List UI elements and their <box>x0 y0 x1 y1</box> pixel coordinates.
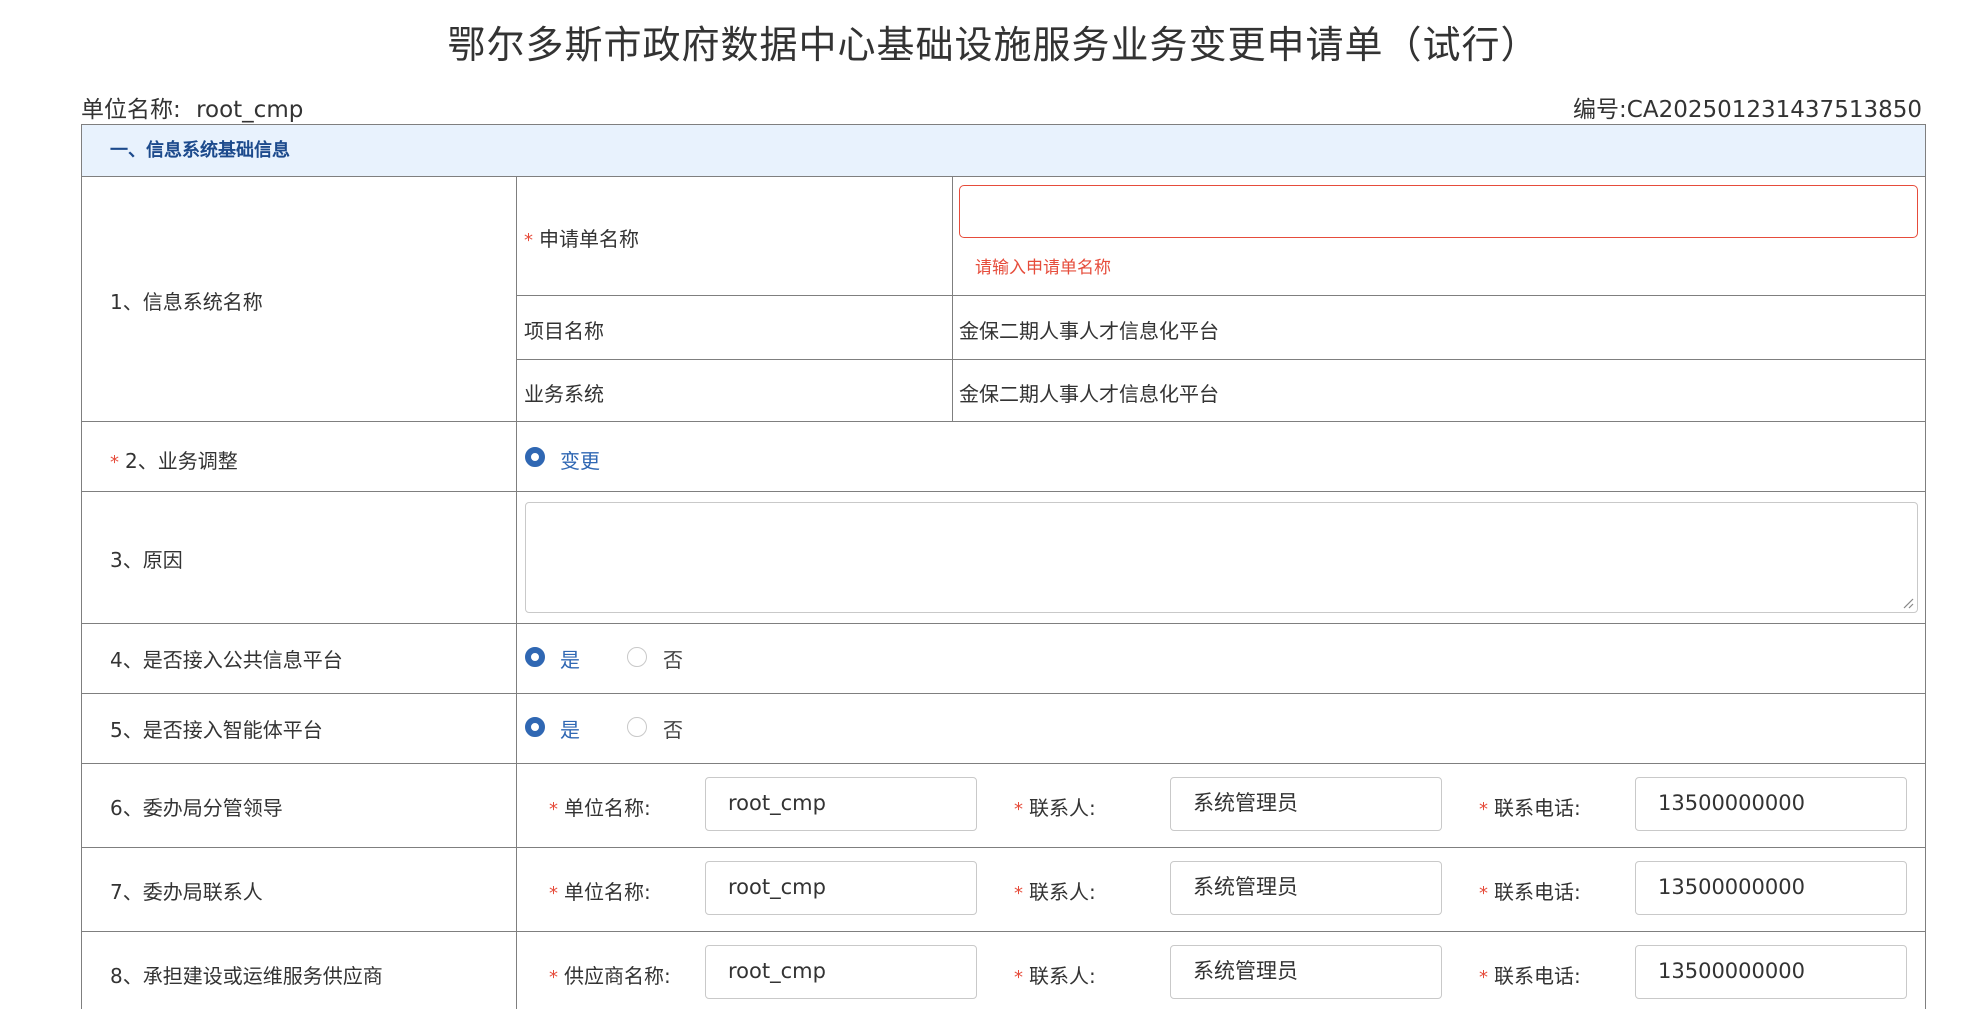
application-name-label-text: 申请单名称 <box>539 227 639 251</box>
form-number-label: 编号: <box>1573 97 1627 123</box>
liaison-phone-label-text: 联系电话: <box>1494 880 1581 904</box>
row-label-business-adjustment: * 2、业务调整 <box>110 445 238 474</box>
row-label-agent-platform: 5、是否接入智能体平台 <box>110 718 323 742</box>
section-header: 一、信息系统基础信息 <box>82 125 1925 177</box>
leader-contact-label: * 联系人: <box>1014 792 1096 821</box>
required-mark: * <box>549 967 558 988</box>
application-name-label: * 申请单名称 <box>524 223 639 252</box>
project-name-value: 金保二期人事人才信息化平台 <box>959 319 1219 343</box>
liaison-org-label-text: 单位名称: <box>564 880 651 904</box>
resize-grip-icon[interactable] <box>1902 597 1914 609</box>
leader-phone-label: * 联系电话: <box>1479 792 1581 821</box>
required-mark: * <box>1479 967 1488 988</box>
column-divider <box>952 177 953 421</box>
leader-org-label: * 单位名称: <box>549 792 651 821</box>
unit-name-label: 单位名称: <box>81 97 181 123</box>
form-number-value: CA202501231437513850 <box>1626 97 1922 123</box>
row-label-reason: 3、原因 <box>110 548 183 572</box>
supplier-name-label: * 供应商名称: <box>549 960 671 989</box>
liaison-org-input[interactable]: root_cmp <box>705 861 977 915</box>
liaison-org-label: * 单位名称: <box>549 876 651 905</box>
reason-textarea[interactable] <box>525 502 1918 613</box>
required-mark: * <box>1014 883 1023 904</box>
required-mark: * <box>1479 799 1488 820</box>
row-divider <box>82 693 1925 694</box>
leader-org-label-text: 单位名称: <box>564 796 651 820</box>
liaison-contact-input[interactable]: 系统管理员 <box>1170 861 1442 915</box>
supplier-name-input[interactable]: root_cmp <box>705 945 977 999</box>
column-divider <box>516 177 517 1009</box>
business-adjustment-label-text: 2、业务调整 <box>125 449 238 473</box>
supplier-phone-input[interactable]: 13500000000 <box>1635 945 1907 999</box>
unit-name-value: root_cmp <box>196 97 304 123</box>
business-system-value: 金保二期人事人才信息化平台 <box>959 382 1219 406</box>
required-mark: * <box>110 452 119 473</box>
row-divider <box>82 763 1925 764</box>
supplier-contact-label-text: 联系人: <box>1029 964 1096 988</box>
change-radio[interactable] <box>525 447 545 467</box>
required-mark: * <box>1014 799 1023 820</box>
leader-contact-label-text: 联系人: <box>1029 796 1096 820</box>
required-mark: * <box>524 230 533 251</box>
leader-contact-input[interactable]: 系统管理员 <box>1170 777 1442 831</box>
public-platform-no-radio[interactable] <box>627 647 647 667</box>
public-platform-yes-label[interactable]: 是 <box>560 644 580 673</box>
page-title: 鄂尔多斯市政府数据中心基础设施服务业务变更申请单（试行） <box>447 23 1540 67</box>
liaison-phone-label: * 联系电话: <box>1479 876 1581 905</box>
agent-platform-yes-label[interactable]: 是 <box>560 714 580 743</box>
change-radio-label[interactable]: 变更 <box>560 445 600 474</box>
required-mark: * <box>549 799 558 820</box>
required-mark: * <box>1479 883 1488 904</box>
row-divider <box>516 359 1925 360</box>
agent-platform-yes-radio[interactable] <box>525 717 545 737</box>
row-divider <box>82 491 1925 492</box>
supplier-contact-input[interactable]: 系统管理员 <box>1170 945 1442 999</box>
supplier-contact-label: * 联系人: <box>1014 960 1096 989</box>
business-system-label: 业务系统 <box>524 382 604 406</box>
change-request-form: 一、信息系统基础信息 1、信息系统名称 * 申请单名称 请输入申请单名称 项目名称… <box>81 124 1926 1009</box>
supplier-phone-label: * 联系电话: <box>1479 960 1581 989</box>
required-mark: * <box>549 883 558 904</box>
row-divider <box>82 931 1925 932</box>
row-label-system-name: 1、信息系统名称 <box>110 290 263 314</box>
row-divider <box>82 847 1925 848</box>
row-label-supplier: 8、承担建设或运维服务供应商 <box>110 964 383 988</box>
agent-platform-no-radio[interactable] <box>627 717 647 737</box>
required-mark: * <box>1014 967 1023 988</box>
row-divider <box>82 623 1925 624</box>
liaison-contact-label-text: 联系人: <box>1029 880 1096 904</box>
supplier-phone-label-text: 联系电话: <box>1494 964 1581 988</box>
row-label-leader: 6、委办局分管领导 <box>110 796 283 820</box>
row-divider <box>82 421 1925 422</box>
public-platform-yes-radio[interactable] <box>525 647 545 667</box>
liaison-contact-label: * 联系人: <box>1014 876 1096 905</box>
leader-org-input[interactable]: root_cmp <box>705 777 977 831</box>
public-platform-no-label[interactable]: 否 <box>663 644 683 673</box>
row-label-public-platform: 4、是否接入公共信息平台 <box>110 648 343 672</box>
leader-phone-input[interactable]: 13500000000 <box>1635 777 1907 831</box>
supplier-name-label-text: 供应商名称: <box>564 964 671 988</box>
row-divider <box>516 295 1925 296</box>
application-name-input[interactable] <box>959 185 1918 238</box>
agent-platform-no-label[interactable]: 否 <box>663 714 683 743</box>
liaison-phone-input[interactable]: 13500000000 <box>1635 861 1907 915</box>
row-label-liaison: 7、委办局联系人 <box>110 880 263 904</box>
project-name-label: 项目名称 <box>524 319 604 343</box>
form-number: 编号:CA202501231437513850 <box>1573 90 1922 124</box>
application-name-error: 请输入申请单名称 <box>975 258 1111 278</box>
leader-phone-label-text: 联系电话: <box>1494 796 1581 820</box>
unit-name: 单位名称: root_cmp <box>81 90 303 124</box>
